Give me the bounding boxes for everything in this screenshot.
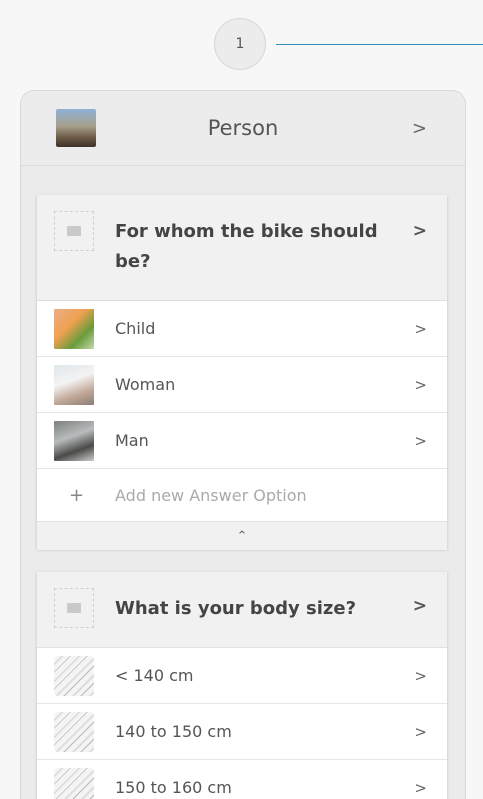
question-title: For whom the bike should be?	[115, 221, 378, 272]
measuring-tape-thumbnail	[54, 768, 94, 799]
answer-label: 150 to 160 cm	[115, 778, 232, 797]
man-thumbnail	[54, 421, 94, 461]
collapse-button[interactable]: ⌃	[37, 521, 447, 550]
step-connector-line	[276, 44, 483, 45]
person-panel-header[interactable]: Person >	[21, 91, 465, 166]
answer-label: Man	[115, 431, 149, 450]
woman-thumbnail	[54, 365, 94, 405]
question-title: What is your body size?	[115, 598, 357, 619]
chevron-right-icon[interactable]: >	[413, 596, 427, 616]
chevron-right-icon[interactable]: >	[414, 432, 427, 450]
answer-option-under-140[interactable]: < 140 cm >	[37, 648, 447, 704]
answer-label: 140 to 150 cm	[115, 722, 232, 741]
double-chevron-up-icon: ⌃	[236, 528, 248, 544]
question-card-for-whom: For whom the bike should be? > Child > W…	[37, 195, 447, 550]
plus-icon: +	[69, 484, 85, 506]
answer-option-man[interactable]: Man >	[37, 413, 447, 469]
chevron-right-icon[interactable]: >	[414, 667, 427, 685]
step-number: 1	[235, 36, 245, 52]
stepper: 1	[0, 18, 483, 72]
image-placeholder-icon[interactable]	[54, 211, 94, 251]
person-thumbnail	[56, 109, 96, 147]
measuring-tape-thumbnail	[54, 712, 94, 752]
answer-label: Woman	[115, 375, 176, 394]
answer-option-woman[interactable]: Woman >	[37, 357, 447, 413]
chevron-right-icon[interactable]: >	[414, 376, 427, 394]
answer-label: Child	[115, 319, 156, 338]
answer-option-150-160[interactable]: 150 to 160 cm >	[37, 760, 447, 799]
step-1-circle[interactable]: 1	[214, 18, 266, 70]
answer-option-140-150[interactable]: 140 to 150 cm >	[37, 704, 447, 760]
question-header[interactable]: What is your body size? >	[37, 572, 447, 648]
question-card-body-size: What is your body size? > < 140 cm > 140…	[37, 572, 447, 799]
image-placeholder-icon[interactable]	[54, 588, 94, 628]
answer-label: < 140 cm	[115, 666, 194, 685]
add-answer-label: Add new Answer Option	[115, 485, 307, 505]
measuring-tape-thumbnail	[54, 656, 94, 696]
add-answer-option-button[interactable]: + Add new Answer Option	[37, 469, 447, 521]
chevron-right-icon[interactable]: >	[414, 320, 427, 338]
child-thumbnail	[54, 309, 94, 349]
chevron-right-icon[interactable]: >	[414, 779, 427, 797]
question-header[interactable]: For whom the bike should be? >	[37, 195, 447, 301]
chevron-right-icon[interactable]: >	[413, 221, 427, 241]
chevron-right-icon[interactable]: >	[414, 723, 427, 741]
answer-option-child[interactable]: Child >	[37, 301, 447, 357]
chevron-right-icon[interactable]: >	[412, 118, 427, 139]
person-panel: Person > For whom the bike should be? > …	[20, 90, 466, 799]
